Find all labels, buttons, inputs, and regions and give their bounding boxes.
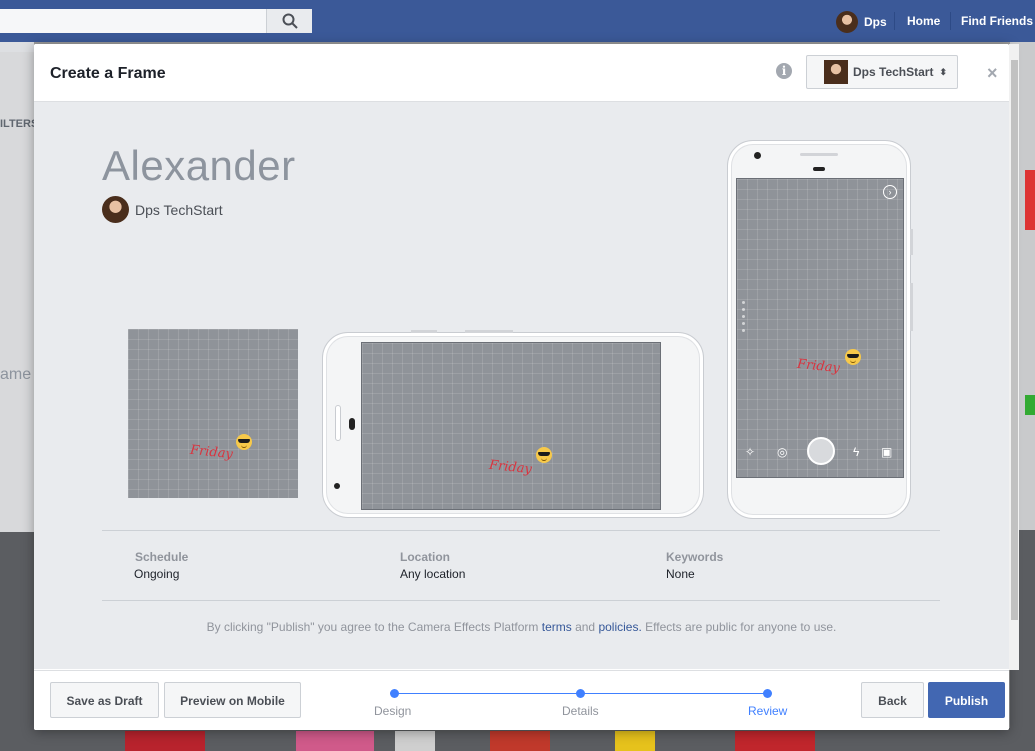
background-frame-thumbnail: [395, 731, 435, 751]
divider: [102, 600, 940, 601]
back-button[interactable]: Back: [861, 682, 924, 718]
facebook-profile-link[interactable]: Dps: [836, 11, 887, 33]
step-label-review[interactable]: Review: [748, 704, 787, 718]
gallery-icon: ▣: [881, 445, 893, 459]
preview-on-mobile-button[interactable]: Preview on Mobile: [164, 682, 301, 718]
phone-button: [910, 283, 913, 331]
nav-home-link[interactable]: Home: [907, 14, 940, 28]
background-left-dark: [0, 532, 34, 751]
legal-notice: By clicking "Publish" you agree to the C…: [34, 620, 1009, 634]
sunglasses-emoji-icon: [536, 447, 552, 463]
phone-button: [411, 330, 437, 333]
facebook-search-button[interactable]: [266, 9, 312, 33]
dialog-footer: Save as Draft Preview on Mobile Design D…: [34, 670, 1009, 730]
camera-icon: ◎: [777, 445, 788, 459]
landscape-phone-screen: Friday: [361, 342, 661, 510]
page-selector[interactable]: Dps TechStart ⬍: [806, 55, 958, 89]
terms-link[interactable]: terms: [542, 620, 572, 634]
legal-text: Effects are public for anyone to use.: [641, 620, 837, 634]
background-frame-thumbnail: [490, 731, 550, 751]
frame-overlay-text: Friday: [796, 356, 841, 377]
owner-name: Dps TechStart: [135, 201, 223, 218]
schedule-label: Schedule: [135, 550, 189, 564]
sunglasses-emoji-icon: [236, 434, 252, 450]
magic-wand-icon: ✧: [745, 445, 756, 459]
square-frame-preview: Friday: [128, 329, 298, 498]
dialog-header: Create a Frame i Dps TechStart ⬍ ×: [34, 44, 1009, 102]
dialog-title: Create a Frame: [50, 65, 166, 82]
dialog-scrollbar-thumb[interactable]: [1011, 60, 1018, 620]
caret-up-down-icon: ⬍: [939, 66, 948, 77]
background-frame-thumbnail: [735, 731, 815, 751]
background-frame-text: ame: [0, 366, 32, 383]
frame-owner: Dps TechStart: [102, 196, 223, 223]
landscape-phone-preview: Friday: [322, 330, 704, 518]
portrait-phone-preview: › Friday ✧ ◎ ϟ ▣: [727, 140, 913, 519]
legal-text: By clicking "Publish" you agree to the C…: [206, 620, 542, 634]
step-label-details[interactable]: Details: [562, 704, 599, 718]
location-value: Any location: [400, 567, 466, 581]
frame-overlay-text: Friday: [488, 457, 533, 478]
avatar: [102, 196, 129, 223]
policies-link[interactable]: policies.: [598, 620, 641, 634]
close-icon[interactable]: ×: [987, 63, 998, 84]
background-frame-thumbnail: [296, 731, 374, 751]
step-dot-design: [390, 689, 399, 698]
keywords-label: Keywords: [666, 550, 724, 564]
keywords-value: None: [666, 567, 695, 581]
phone-button: [465, 330, 513, 333]
nav-divider: [894, 12, 895, 30]
effects-tray-dots: [742, 301, 745, 336]
nav-divider: [950, 12, 951, 30]
frame-overlay-text: Friday: [189, 442, 234, 463]
create-frame-dialog: Create a Frame i Dps TechStart ⬍ × Alexa…: [34, 44, 1009, 730]
divider: [102, 530, 940, 531]
phone-camera-icon: [754, 152, 761, 159]
publish-button[interactable]: Publish: [928, 682, 1005, 718]
phone-earpiece: [813, 167, 825, 171]
page-avatar: [824, 60, 848, 84]
dialog-body: Alexander Dps TechStart Friday Friday › …: [34, 102, 1009, 669]
step-dot-details: [576, 689, 585, 698]
save-as-draft-button[interactable]: Save as Draft: [50, 682, 159, 718]
phone-speaker: [800, 153, 838, 156]
legal-text: and: [571, 620, 599, 634]
step-dot-review: [763, 689, 772, 698]
step-label-design[interactable]: Design: [374, 704, 411, 718]
background-frame-thumbnail: [615, 731, 655, 751]
flash-icon: ϟ: [853, 445, 860, 459]
background-decoration: [1025, 395, 1035, 415]
chevron-right-icon: ›: [883, 185, 897, 199]
nav-find-friends-link[interactable]: Find Friends: [961, 14, 1033, 28]
search-icon: [282, 13, 298, 29]
shutter-button: [807, 437, 835, 465]
phone-speaker: [335, 405, 341, 441]
phone-button: [910, 229, 913, 255]
background-decoration: [1025, 170, 1035, 230]
portrait-phone-screen: › Friday ✧ ◎ ϟ ▣: [736, 178, 904, 478]
page-selector-label: Dps TechStart: [853, 65, 934, 79]
location-label: Location: [400, 550, 450, 564]
info-icon[interactable]: i: [776, 63, 792, 79]
avatar: [836, 11, 858, 33]
frame-name-heading: Alexander: [102, 142, 296, 189]
profile-name: Dps: [864, 15, 887, 29]
schedule-value: Ongoing: [134, 567, 180, 581]
sunglasses-emoji-icon: [845, 349, 861, 365]
facebook-search-input[interactable]: [0, 9, 311, 33]
background-filters-text: ILTERS: [0, 118, 39, 130]
phone-camera-icon: [349, 418, 355, 430]
background-frame-thumbnail: [125, 731, 205, 751]
phone-sensor: [334, 483, 340, 489]
